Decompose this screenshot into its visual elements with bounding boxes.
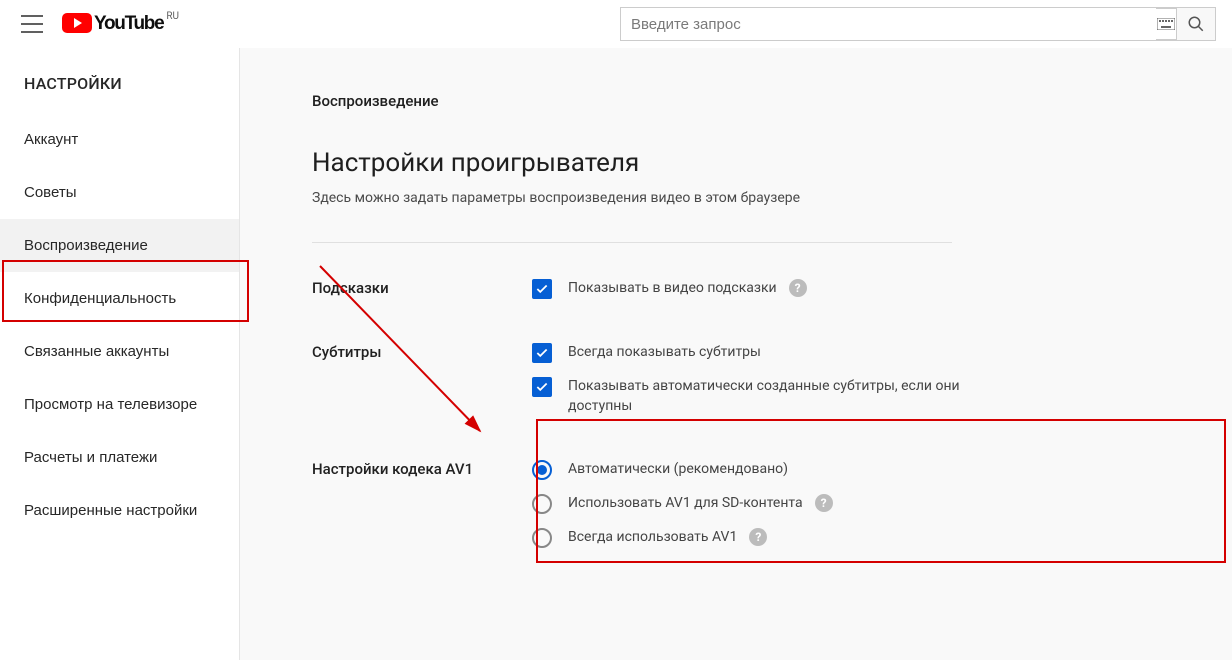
show-hints-checkbox[interactable] bbox=[532, 279, 552, 299]
option-label: Всегда использовать AV1 bbox=[568, 528, 737, 548]
help-icon[interactable]: ? bbox=[789, 279, 807, 297]
check-icon bbox=[535, 346, 549, 360]
page-title: Настройки проигрывателя bbox=[312, 148, 1208, 178]
sidebar-item-privacy[interactable]: Конфиденциальность bbox=[0, 272, 239, 325]
option-label: Автоматически (рекомендовано) bbox=[568, 460, 788, 480]
check-icon bbox=[535, 282, 549, 296]
keyboard-icon bbox=[1157, 18, 1175, 30]
settings-sidebar: НАСТРОЙКИ Аккаунт Советы Воспроизведение… bbox=[0, 48, 240, 660]
sidebar-item-playback[interactable]: Воспроизведение bbox=[0, 219, 239, 272]
topbar: YouTube RU bbox=[0, 0, 1232, 48]
option-row: Всегда использовать AV1 ? bbox=[532, 528, 1208, 548]
option-row: Показывать автоматически созданные субти… bbox=[532, 377, 1208, 416]
section-hints: Подсказки Показывать в видео подсказки ? bbox=[312, 279, 1208, 313]
help-icon[interactable]: ? bbox=[815, 494, 833, 512]
check-icon bbox=[535, 380, 549, 394]
option-row: Использовать AV1 для SD-контента ? bbox=[532, 494, 1208, 514]
sidebar-item-account[interactable]: Аккаунт bbox=[0, 113, 239, 166]
sidebar-item-advanced[interactable]: Расширенные настройки bbox=[0, 484, 239, 537]
help-icon[interactable]: ? bbox=[749, 528, 767, 546]
menu-button[interactable] bbox=[12, 4, 52, 44]
option-row: Показывать в видео подсказки ? bbox=[532, 279, 1208, 299]
logo-text: YouTube bbox=[94, 13, 163, 35]
option-label: Показывать в видео подсказки bbox=[568, 279, 777, 299]
option-label: Всегда показывать субтитры bbox=[568, 343, 761, 363]
layout: НАСТРОЙКИ Аккаунт Советы Воспроизведение… bbox=[0, 48, 1232, 660]
option-label: Использовать AV1 для SD-контента bbox=[568, 494, 803, 514]
sidebar-item-tv[interactable]: Просмотр на телевизоре bbox=[0, 378, 239, 431]
auto-subtitles-checkbox[interactable] bbox=[532, 377, 552, 397]
search-icon bbox=[1187, 15, 1205, 33]
av1-always-radio[interactable] bbox=[532, 528, 552, 548]
sidebar-item-tips[interactable]: Советы bbox=[0, 166, 239, 219]
breadcrumb: Воспроизведение bbox=[312, 92, 1208, 110]
option-row: Автоматически (рекомендовано) bbox=[532, 460, 1208, 480]
av1-sd-radio[interactable] bbox=[532, 494, 552, 514]
subtitles-label: Субтитры bbox=[312, 343, 532, 361]
av1-auto-radio[interactable] bbox=[532, 460, 552, 480]
sidebar-title: НАСТРОЙКИ bbox=[0, 68, 239, 113]
youtube-logo[interactable]: YouTube RU bbox=[62, 13, 179, 35]
always-show-subtitles-checkbox[interactable] bbox=[532, 343, 552, 363]
av1-label: Настройки кодека AV1 bbox=[312, 460, 532, 478]
youtube-play-icon bbox=[62, 13, 92, 33]
section-subtitles: Субтитры Всегда показывать субтитры Пока… bbox=[312, 343, 1208, 430]
main-content: Воспроизведение Настройки проигрывателя … bbox=[240, 48, 1232, 660]
sidebar-item-billing[interactable]: Расчеты и платежи bbox=[0, 431, 239, 484]
hamburger-icon bbox=[21, 15, 43, 33]
search-container bbox=[620, 7, 1216, 41]
page-subtitle: Здесь можно задать параметры воспроизвед… bbox=[312, 190, 1208, 206]
logo-region: RU bbox=[166, 11, 179, 22]
divider bbox=[312, 242, 952, 243]
sidebar-item-linked-accounts[interactable]: Связанные аккаунты bbox=[0, 325, 239, 378]
search-button[interactable] bbox=[1176, 7, 1216, 41]
option-label: Показывать автоматически созданные субти… bbox=[568, 377, 968, 416]
option-row: Всегда показывать субтитры bbox=[532, 343, 1208, 363]
virtual-keyboard-button[interactable] bbox=[1156, 8, 1176, 40]
hints-label: Подсказки bbox=[312, 279, 532, 297]
section-av1: Настройки кодека AV1 Автоматически (реко… bbox=[312, 460, 1208, 562]
search-input[interactable] bbox=[620, 7, 1182, 41]
